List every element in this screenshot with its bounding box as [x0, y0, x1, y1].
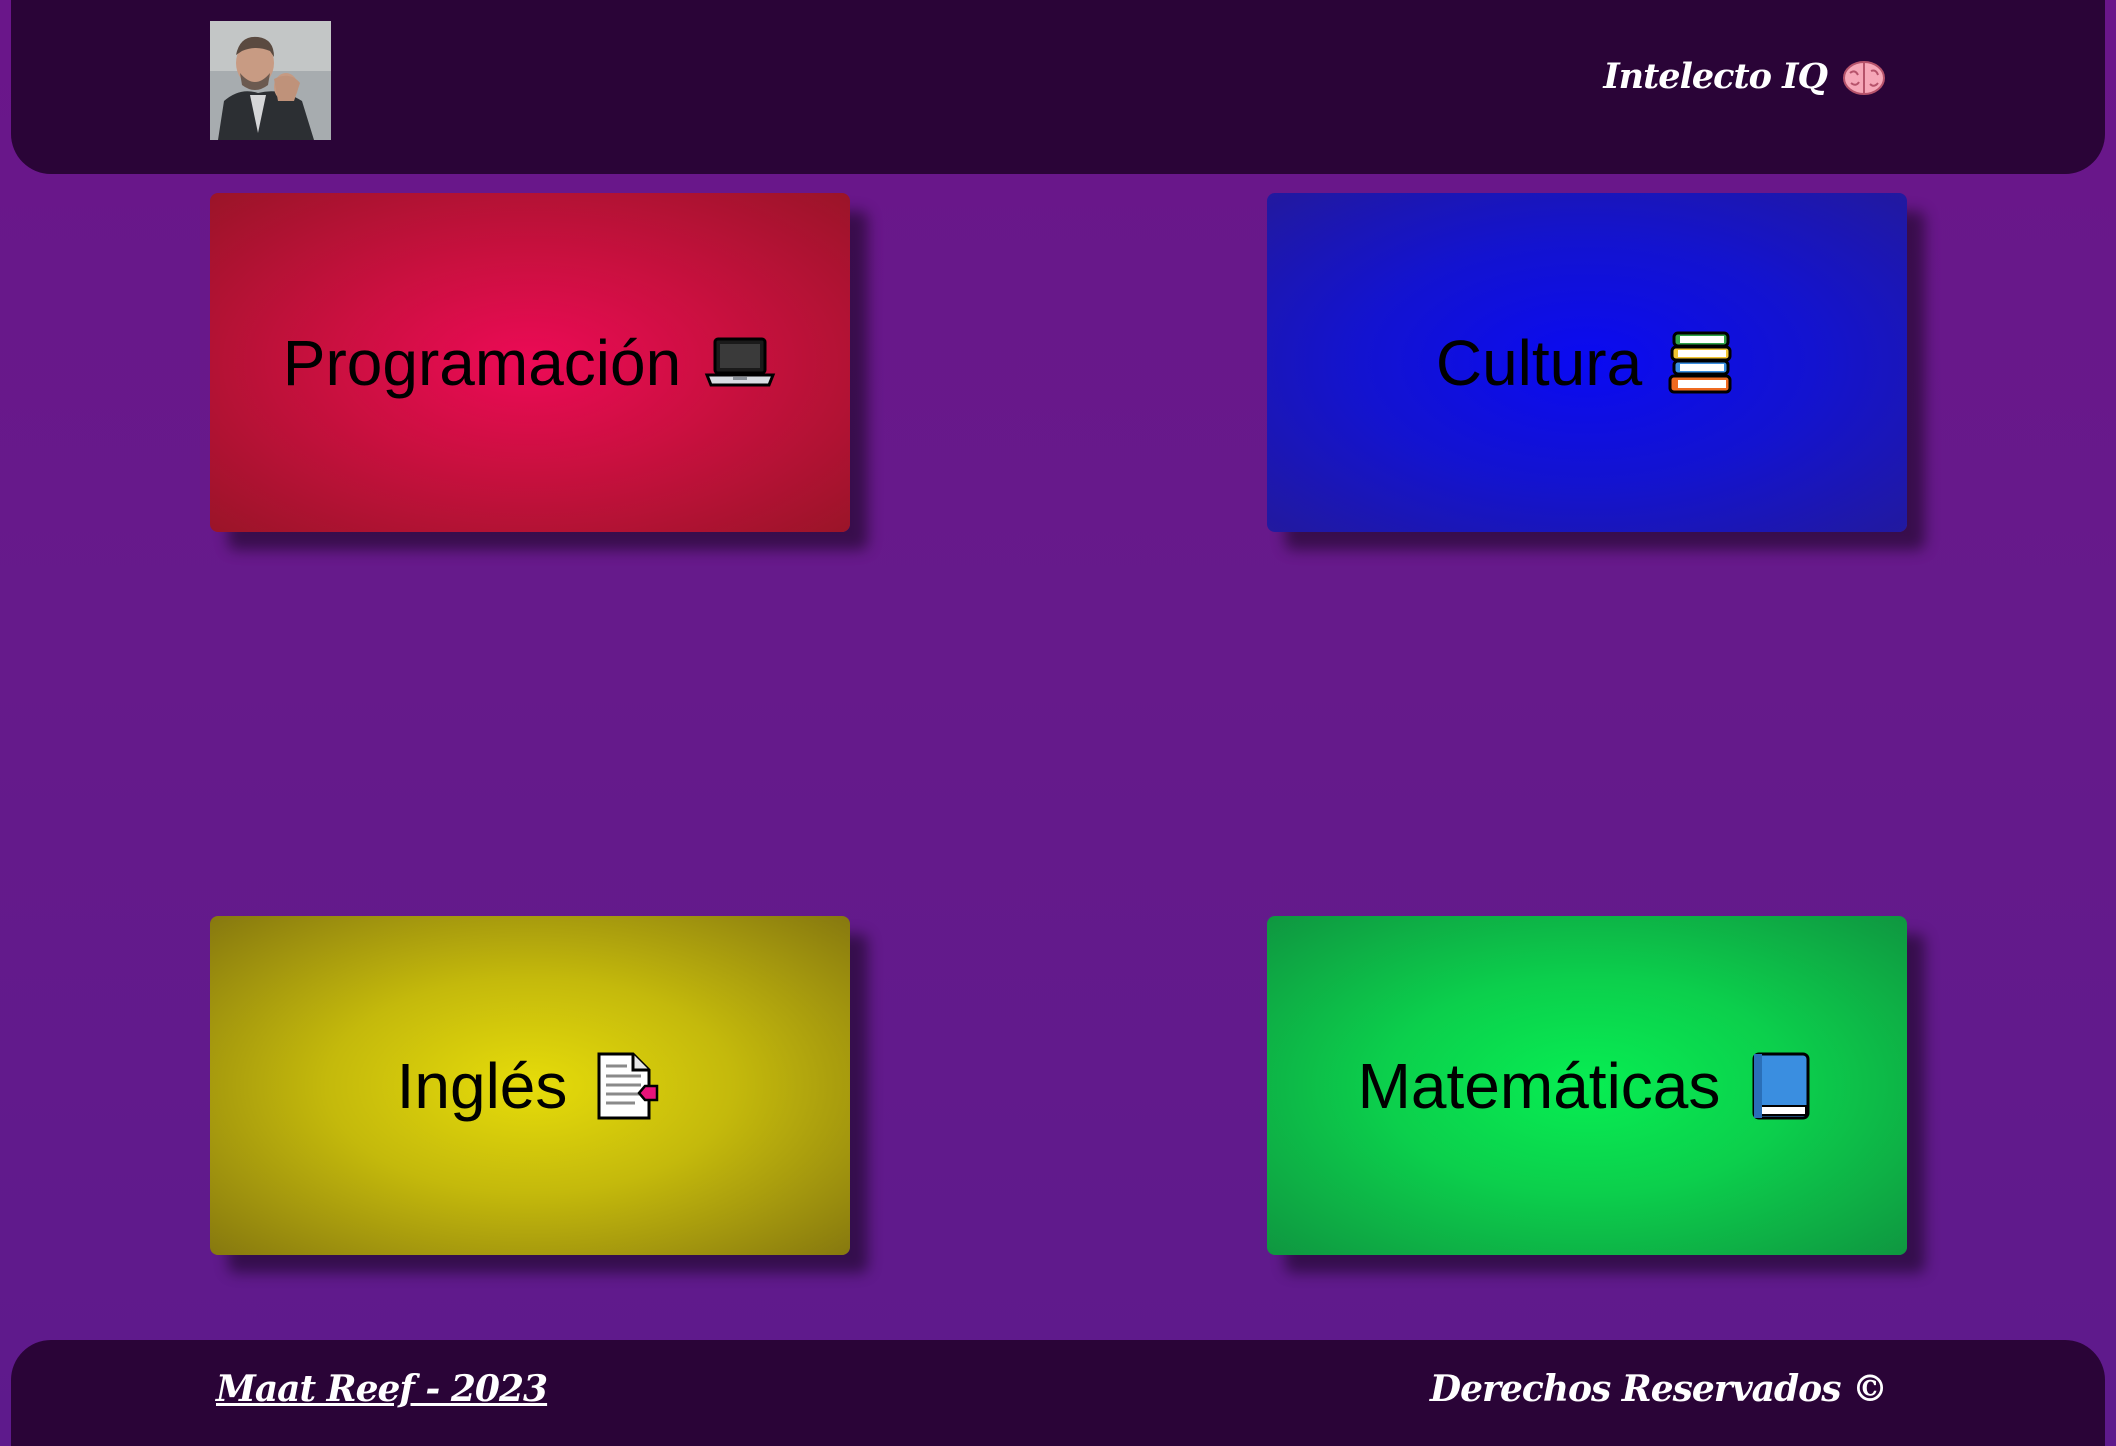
card-matematicas[interactable]: Matemáticas [1267, 916, 1907, 1255]
copyright-text: Derechos Reservados © [1429, 1368, 1888, 1410]
header-bar: Intelecto IQ [11, 0, 2105, 174]
brain-icon [1841, 57, 1887, 97]
document-icon [589, 1052, 663, 1120]
card-label: Inglés [396, 1049, 568, 1122]
card-cultura[interactable]: Cultura [1267, 193, 1907, 532]
books-icon [1664, 329, 1738, 397]
card-label: Matemáticas [1357, 1049, 1721, 1122]
card-label: Cultura [1435, 326, 1643, 399]
laptop-icon [703, 329, 777, 397]
card-ingles[interactable]: Inglés [210, 916, 850, 1255]
footer-bar: Maat Reef - 2023 Derechos Reservados © [11, 1340, 2105, 1446]
avatar[interactable] [210, 21, 331, 140]
brand: Intelecto IQ [1603, 56, 1887, 97]
brand-title: Intelecto IQ [1603, 56, 1828, 97]
card-programacion[interactable]: Programación [210, 193, 850, 532]
author-link[interactable]: Maat Reef - 2023 [216, 1368, 548, 1410]
card-label: Programación [282, 326, 682, 399]
avatar-photo [210, 21, 331, 140]
blue-book-icon [1742, 1052, 1816, 1120]
